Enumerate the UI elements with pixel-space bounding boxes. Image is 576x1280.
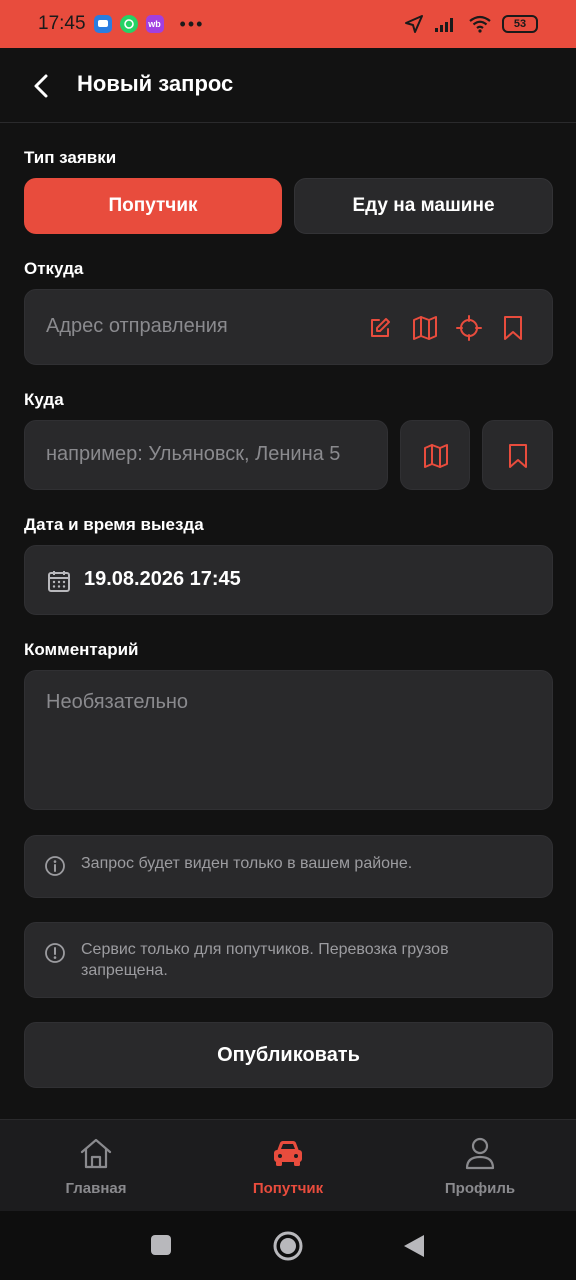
alert-icon: [45, 943, 65, 963]
status-bar: 17:45 wb ••• 53: [0, 0, 576, 48]
whatsapp-icon: [119, 15, 138, 33]
recents-square-icon[interactable]: [150, 1234, 172, 1256]
car-icon: [274, 1141, 302, 1166]
bookmark-icon[interactable]: [502, 315, 524, 341]
crosshair-icon[interactable]: [456, 315, 482, 341]
datetime-field[interactable]: 19.08.2026 17:45: [24, 545, 553, 615]
comment-placeholder: Необязательно: [46, 691, 189, 713]
publish-button[interactable]: Опубликовать: [24, 1022, 553, 1088]
back-arrow-icon[interactable]: [30, 73, 54, 99]
tab-home[interactable]: Главная: [0, 1120, 192, 1212]
status-time: 17:45: [38, 13, 86, 34]
from-field[interactable]: Адрес отправления: [24, 289, 553, 365]
status-right: 53: [404, 14, 538, 34]
chat-app-icon: [93, 15, 112, 33]
wb-icon: wb: [145, 15, 164, 33]
bookmark-icon: [509, 444, 527, 468]
map-icon: [424, 444, 448, 468]
edit-icon[interactable]: [368, 316, 392, 340]
from-label: Откуда: [24, 259, 84, 278]
datetime-value: 19.08.2026 17:45: [84, 568, 241, 590]
status-left: 17:45 wb •••: [38, 13, 204, 35]
wifi-icon: [469, 15, 491, 33]
tab-passenger[interactable]: Попутчик: [192, 1120, 384, 1212]
type-option-driver[interactable]: Еду на машине: [294, 178, 553, 234]
home-circle-icon[interactable]: [272, 1230, 304, 1262]
app-header: Новый запрос: [0, 48, 576, 123]
system-nav-bar: [0, 1211, 576, 1280]
type-option-passenger[interactable]: Попутчик: [24, 178, 282, 234]
notice-region-text: Запрос будет виден только в вашем районе…: [81, 855, 413, 872]
from-placeholder: Адрес отправления: [46, 315, 228, 337]
tab-passenger-label: Попутчик: [252, 1180, 324, 1197]
notice-cargo: Сервис только для попутчиков. Перевозка …: [24, 922, 553, 998]
datetime-label: Дата и время выезда: [24, 515, 204, 534]
more-notifications-icon: •••: [179, 13, 205, 34]
comment-label: Комментарий: [24, 640, 139, 659]
location-arrow-icon: [405, 15, 423, 33]
profile-icon: [465, 1137, 495, 1170]
home-icon: [80, 1138, 112, 1169]
to-bookmark-button[interactable]: [482, 420, 553, 490]
calendar-icon: [48, 571, 70, 592]
to-map-button[interactable]: [400, 420, 470, 490]
tab-profile[interactable]: Профиль: [384, 1120, 576, 1212]
back-triangle-icon[interactable]: [402, 1233, 426, 1259]
to-label: Куда: [24, 390, 64, 409]
notice-cargo-text: Сервис только для попутчиков. Перевозка …: [81, 941, 449, 979]
battery-indicator: 53: [502, 15, 538, 33]
page-title: Новый запрос: [77, 71, 234, 96]
comment-field[interactable]: Необязательно: [24, 670, 553, 810]
request-type-label: Тип заявки: [24, 148, 117, 167]
to-placeholder: например: Ульяновск, Ленина 5: [46, 443, 341, 465]
to-field[interactable]: например: Ульяновск, Ленина 5: [24, 420, 388, 490]
notice-region: Запрос будет виден только в вашем районе…: [24, 835, 553, 898]
tab-home-label: Главная: [65, 1180, 127, 1197]
bottom-tab-bar: Главная Попутчик Профиль: [0, 1119, 576, 1211]
signal-icon: [435, 18, 453, 32]
map-icon[interactable]: [412, 315, 438, 341]
info-icon: [45, 856, 65, 876]
tab-profile-label: Профиль: [444, 1180, 516, 1197]
